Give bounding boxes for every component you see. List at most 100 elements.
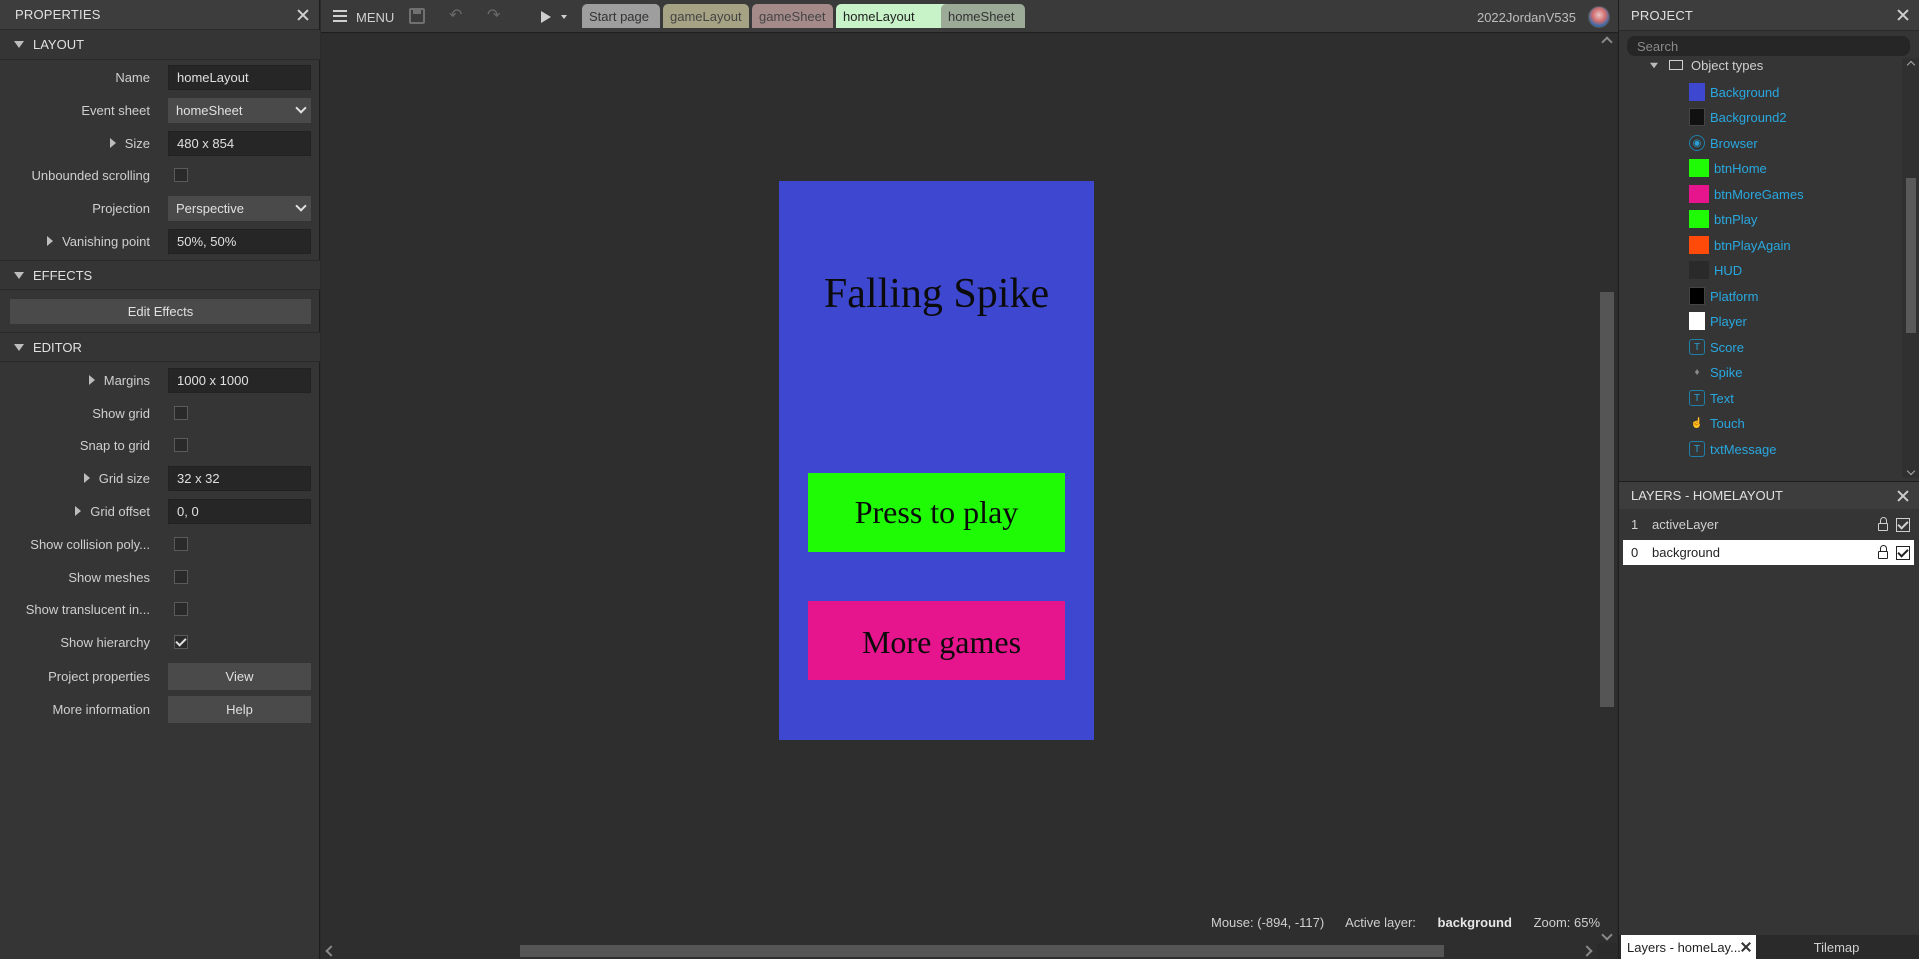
- scrollbar-thumb[interactable]: [520, 945, 1444, 957]
- visible-checkbox[interactable]: [1896, 517, 1910, 532]
- tree-item-hud[interactable]: HUD: [1689, 258, 1742, 282]
- close-layers-icon[interactable]: [1895, 488, 1911, 504]
- expand-icon[interactable]: [109, 137, 116, 148]
- close-properties-icon[interactable]: [295, 7, 311, 23]
- snap-to-grid-checkbox[interactable]: [174, 438, 188, 452]
- tree-item-browser[interactable]: ◉ Browser: [1689, 131, 1758, 155]
- lock-icon[interactable]: [1878, 544, 1888, 559]
- tab-layers[interactable]: Layers - homeLay...: [1621, 935, 1756, 959]
- prop-label: Show grid: [92, 405, 150, 421]
- prop-label-text: Size: [124, 135, 150, 151]
- close-tab-icon[interactable]: [1740, 941, 1752, 953]
- close-project-icon[interactable]: [1895, 7, 1911, 23]
- tree-item-background2[interactable]: Background2: [1689, 105, 1787, 129]
- section-effects[interactable]: EFFECTS: [0, 260, 320, 290]
- project-tree-scrollbar[interactable]: [1902, 58, 1919, 478]
- expand-icon[interactable]: [83, 472, 90, 483]
- tab-homesheet[interactable]: homeSheet: [941, 4, 1025, 28]
- tree-item-score[interactable]: T Score: [1689, 335, 1744, 359]
- scroll-up-icon[interactable]: [1906, 60, 1916, 70]
- expand-icon[interactable]: [47, 235, 54, 246]
- canvas-horizontal-scrollbar[interactable]: [321, 943, 1597, 959]
- tree-item-btnplayagain[interactable]: btnPlayAgain: [1689, 233, 1791, 257]
- avatar[interactable]: [1588, 6, 1610, 28]
- sprite-icon: [1689, 312, 1705, 330]
- scrollbar-thumb[interactable]: [1906, 178, 1916, 333]
- prop-label: Margins: [0, 373, 150, 388]
- hamburger-menu-icon[interactable]: [333, 10, 347, 22]
- tree-item-spike[interactable]: ♦ Spike: [1689, 360, 1742, 384]
- prop-label: Event sheet: [81, 102, 150, 118]
- lock-icon[interactable]: [1878, 516, 1888, 531]
- tree-item-txtmessage[interactable]: TtxtMessage: [1689, 437, 1776, 461]
- project-header: PROJECT: [1619, 0, 1919, 31]
- scroll-down-icon[interactable]: [1906, 466, 1916, 476]
- prop-label: Project properties: [48, 668, 150, 684]
- visible-checkbox[interactable]: [1896, 545, 1910, 560]
- tree-item-touch[interactable]: ☝ Touch: [1689, 411, 1745, 435]
- project-search-input[interactable]: Search: [1627, 36, 1910, 56]
- tree-item-platform[interactable]: Platform: [1689, 284, 1758, 308]
- canvas-vertical-scrollbar[interactable]: [1597, 34, 1617, 943]
- expand-icon[interactable]: [75, 505, 82, 516]
- size-input[interactable]: 480 x 854: [168, 130, 311, 156]
- play-dropdown-icon[interactable]: [561, 15, 567, 19]
- active-layer-value: background: [1437, 915, 1512, 930]
- tab-start-page[interactable]: Start page: [582, 4, 660, 28]
- object-types-folder[interactable]: Object types: [1649, 58, 1764, 73]
- properties-header: PROPERTIES: [0, 0, 319, 30]
- tab-tilemap[interactable]: Tilemap: [1759, 935, 1914, 959]
- prop-grid-offset: Grid offset 0, 0: [0, 496, 320, 526]
- prop-label-text: Grid offset: [90, 503, 150, 519]
- tree-item-btnhome[interactable]: btnHome: [1689, 156, 1767, 180]
- edit-effects-button[interactable]: Edit Effects: [10, 299, 311, 324]
- scroll-left-icon[interactable]: [325, 945, 337, 957]
- section-editor[interactable]: EDITOR: [0, 332, 320, 362]
- scroll-right-icon[interactable]: [1581, 945, 1593, 957]
- scrollbar-thumb[interactable]: [1600, 292, 1614, 707]
- show-hierarchy-checkbox[interactable]: [174, 635, 188, 649]
- help-button[interactable]: Help: [168, 695, 311, 723]
- tab-gamesheet[interactable]: gameSheet: [752, 4, 833, 28]
- collapse-icon: [14, 271, 24, 279]
- grid-offset-input[interactable]: 0, 0: [168, 498, 311, 524]
- tree-item-btnmoregames[interactable]: btnMoreGames: [1689, 182, 1804, 206]
- view-button[interactable]: View: [168, 662, 311, 690]
- unbounded-scrolling-checkbox[interactable]: [174, 168, 188, 182]
- projection-select[interactable]: Perspective: [168, 195, 311, 221]
- play-icon[interactable]: [541, 11, 551, 23]
- tree-item-background[interactable]: Background: [1689, 80, 1779, 104]
- redo-icon[interactable]: ↷: [487, 8, 503, 24]
- show-meshes-checkbox[interactable]: [174, 570, 188, 584]
- grid-size-input[interactable]: 32 x 32: [168, 465, 311, 491]
- layer-row-background[interactable]: 0 background: [1623, 540, 1914, 565]
- layout-name-input[interactable]: homeLayout: [168, 64, 311, 90]
- show-collision-checkbox[interactable]: [174, 537, 188, 551]
- tab-gamelayout[interactable]: gameLayout: [663, 4, 749, 28]
- section-layout[interactable]: LAYOUT: [0, 30, 320, 60]
- layer-row-activelayer[interactable]: 1 activeLayer: [1623, 512, 1914, 537]
- tree-item-text[interactable]: T Text: [1689, 386, 1734, 410]
- show-grid-checkbox[interactable]: [174, 406, 188, 420]
- tab-label: Start page: [589, 8, 649, 24]
- prop-label: Grid size: [0, 471, 150, 486]
- margins-input[interactable]: 1000 x 1000: [168, 367, 311, 393]
- prop-label: Name: [115, 69, 150, 85]
- scroll-up-icon[interactable]: [1601, 36, 1613, 48]
- tree-item-btnplay[interactable]: btnPlay: [1689, 207, 1757, 231]
- vanishing-point-input[interactable]: 50%, 50%: [168, 228, 311, 254]
- section-label: EFFECTS: [33, 267, 93, 283]
- show-translucent-checkbox[interactable]: [174, 602, 188, 616]
- username[interactable]: 2022JordanV535: [1477, 10, 1576, 25]
- prop-show-meshes: Show meshes: [0, 562, 320, 592]
- save-icon[interactable]: [409, 8, 425, 24]
- undo-icon[interactable]: ↶: [449, 8, 465, 24]
- event-sheet-select[interactable]: homeSheet: [168, 97, 311, 123]
- game-title-text[interactable]: Falling Spike: [779, 270, 1094, 318]
- menu-button[interactable]: MENU: [356, 10, 394, 25]
- expand-icon[interactable]: [88, 374, 95, 385]
- scroll-down-icon[interactable]: [1601, 929, 1613, 941]
- folder-label: Object types: [1691, 58, 1764, 73]
- tree-item-player[interactable]: Player: [1689, 309, 1747, 333]
- properties-panel: PROPERTIES LAYOUT Name homeLayout Event …: [0, 0, 320, 959]
